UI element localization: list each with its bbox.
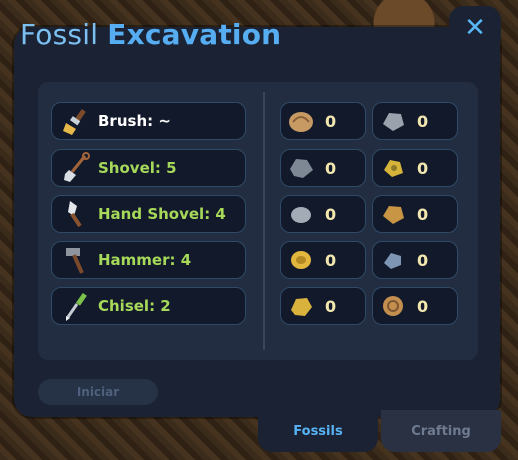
tool-label: Hammer: 4 <box>98 251 192 269</box>
tool-label: Brush: ~ <box>98 112 171 130</box>
fossil-count: 0 <box>325 250 337 270</box>
panel-divider <box>263 92 265 350</box>
title-bold: Excavation <box>107 18 282 51</box>
tool-hammer[interactable]: Hammer: 4 <box>51 241 246 279</box>
title-light: Fossil <box>20 18 99 51</box>
tool-brush[interactable]: Brush: ~ <box>51 102 246 140</box>
fossil-count: 0 <box>325 158 337 178</box>
tool-chisel[interactable]: Chisel: 2 <box>51 287 246 325</box>
start-button[interactable]: Iniciar <box>38 379 158 405</box>
fossil-count: 0 <box>325 296 337 316</box>
fossil-slot[interactable]: 0 <box>372 149 458 187</box>
fossil-blue-stone-icon <box>384 253 401 269</box>
close-button[interactable]: ✕ <box>449 6 501 50</box>
fossil-slot[interactable]: 0 <box>372 102 458 140</box>
tool-label: Hand Shovel: 4 <box>98 205 226 223</box>
hand-shovel-icon <box>68 201 82 228</box>
fossil-slot[interactable]: 0 <box>280 149 366 187</box>
fossil-gold-ore-icon <box>384 160 403 177</box>
fossil-gold-coin-icon <box>291 251 311 269</box>
tab-label: Crafting <box>411 423 471 439</box>
fossil-shell-icon <box>289 112 313 132</box>
tool-shovel[interactable]: Shovel: 5 <box>51 149 246 187</box>
fossil-slot[interactable]: 0 <box>372 241 458 279</box>
fossil-slot[interactable]: 0 <box>280 241 366 279</box>
tool-label: Shovel: 5 <box>98 159 177 177</box>
tool-label: Chisel: 2 <box>98 297 171 315</box>
fossil-grey-pebble-icon <box>291 207 311 223</box>
tab-fossils[interactable]: Fossils <box>258 410 378 452</box>
fossil-slot[interactable]: 0 <box>372 195 458 233</box>
fossil-count: 0 <box>417 111 429 131</box>
tab-crafting[interactable]: Crafting <box>381 410 501 452</box>
tab-label: Fossils <box>293 423 343 439</box>
fossil-grey-rock-icon <box>383 113 404 131</box>
shovel-icon <box>64 152 90 182</box>
fossil-amber-rock-icon <box>383 206 404 224</box>
hammer-icon <box>66 248 84 274</box>
fossil-count: 0 <box>417 250 429 270</box>
fossil-slot[interactable]: 0 <box>372 287 458 325</box>
fossil-grey-stone-icon <box>290 159 313 178</box>
fossil-gold-nugget-icon <box>291 298 312 316</box>
fossil-count: 0 <box>417 158 429 178</box>
window-title: Fossil Excavation <box>20 18 281 51</box>
fossil-slot[interactable]: 0 <box>280 102 366 140</box>
fossil-count: 0 <box>325 204 337 224</box>
fossil-count: 0 <box>325 111 337 131</box>
fossil-slot[interactable]: 0 <box>280 195 366 233</box>
fossil-slot[interactable]: 0 <box>280 287 366 325</box>
chisel-icon <box>66 292 87 321</box>
fossil-count: 0 <box>417 296 429 316</box>
close-icon: ✕ <box>464 13 486 43</box>
tool-hand-shovel[interactable]: Hand Shovel: 4 <box>51 195 246 233</box>
fossil-count: 0 <box>417 204 429 224</box>
brush-icon <box>63 109 86 135</box>
fossil-ammonite-icon <box>383 296 403 316</box>
